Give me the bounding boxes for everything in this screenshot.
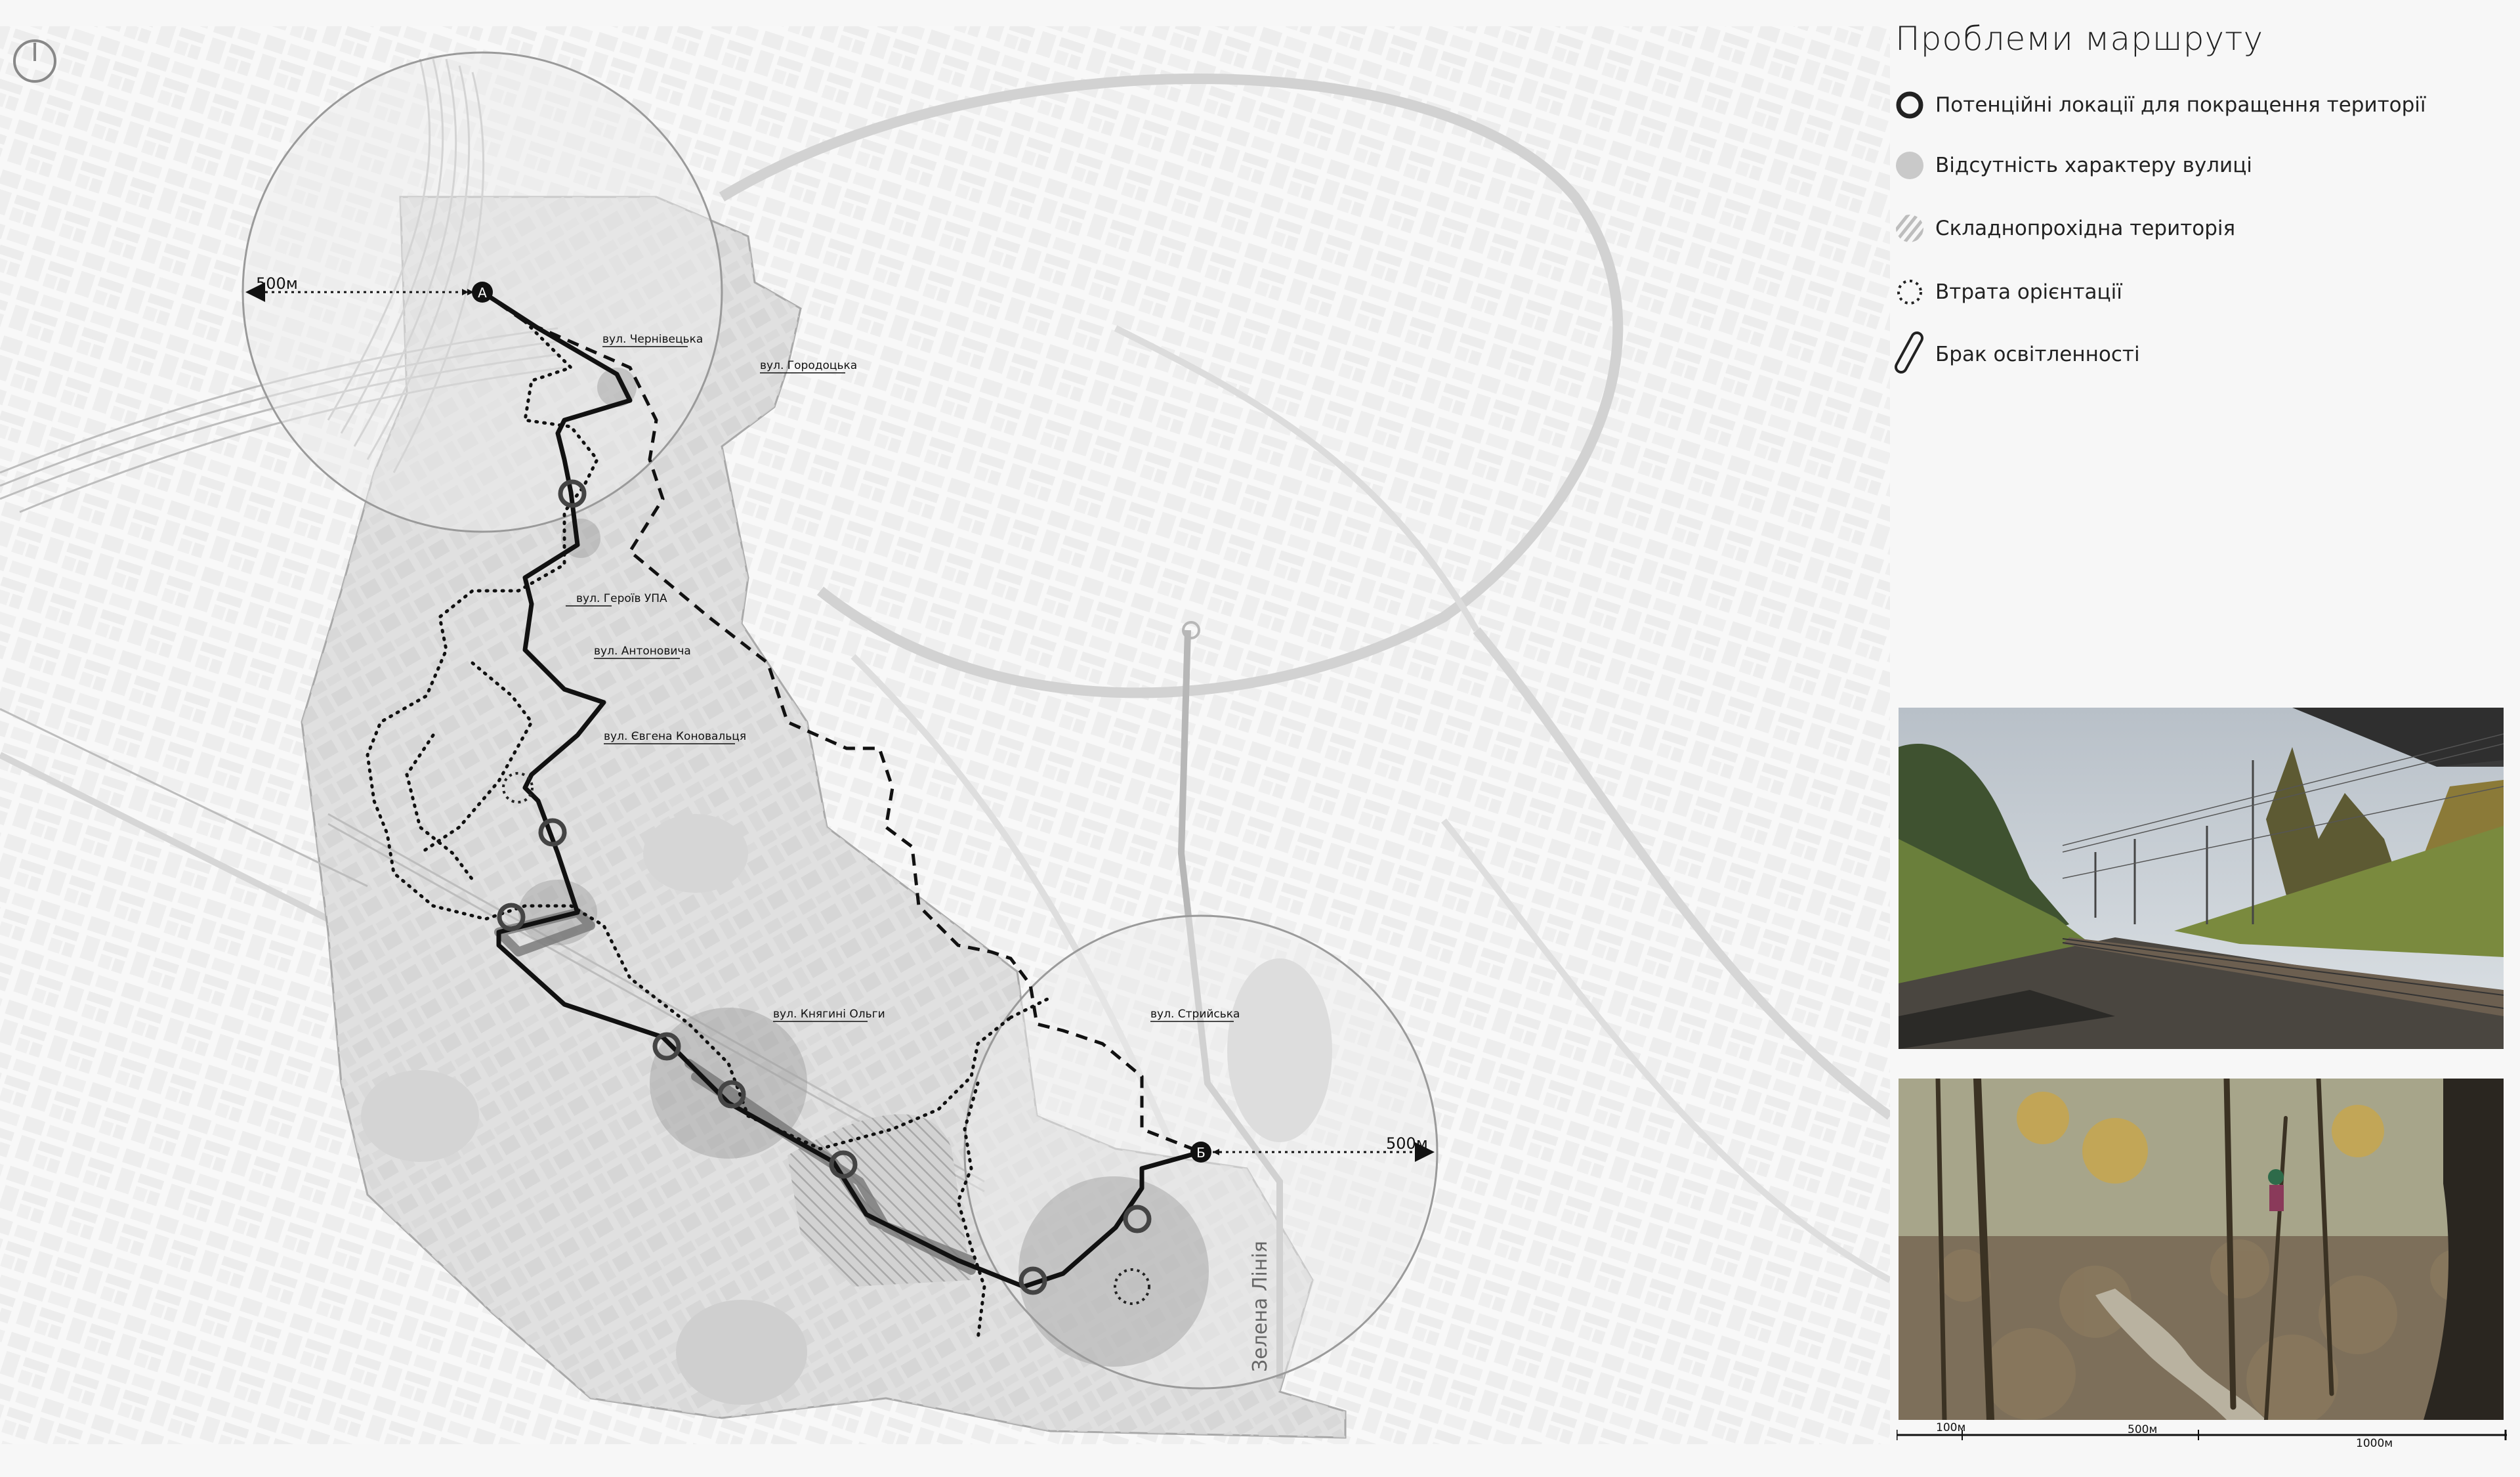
radius-label-start: 500м [256, 274, 298, 293]
legend-label-difficult: Складнопрохідна територія [1935, 217, 2236, 240]
street-label-2: вул. Героїв УПА [576, 592, 667, 605]
street-label-5: вул. Княгині Ольги [773, 1008, 885, 1021]
legend-item-difficult: Складнопрохідна територія [1893, 209, 2235, 248]
end-marker-label: Б [1196, 1145, 1206, 1161]
legend-item-potential: Потенційні локації для покращення терито… [1893, 85, 2426, 125]
radius-label-end: 500м [1386, 1134, 1428, 1153]
legend-item-street-character: Відсутність характеру вулиці [1893, 146, 2252, 185]
dotted-circle-icon [1893, 272, 1926, 312]
forest-stream-photo [1899, 1079, 2504, 1420]
pill-outline-icon [1893, 332, 1926, 374]
scale-label-500: 500м [2128, 1423, 2157, 1436]
legend-label-orientation: Втрата орієнтації [1935, 280, 2122, 304]
legend-item-lighting: Брак освітленності [1893, 332, 2140, 374]
street-label-3: вул. Антоновича [594, 645, 691, 658]
street-label-1: вул. Городоцька [760, 359, 857, 372]
railway-photo [1899, 708, 2504, 1049]
route-map: А Б 500м 500м вул. Чернівецька вул. Горо… [0, 0, 1890, 1477]
scale-label-100: 100м [1936, 1421, 1965, 1434]
legend-label-lighting: Брак освітленності [1935, 343, 2140, 366]
scale-bar: 100м 500м 1000м [1895, 1418, 2507, 1457]
legend-label-street-character: Відсутність характеру вулиці [1935, 154, 2252, 177]
ring-icon [1893, 85, 1926, 125]
street-label-0: вул. Чернівецька [602, 333, 703, 346]
scale-label-1000: 1000м [2356, 1437, 2393, 1450]
gray-dot-icon [1893, 146, 1926, 185]
street-label-6: вул. Стрийська [1150, 1008, 1240, 1021]
hatched-dot-icon [1893, 209, 1926, 248]
street-label-4: вул. Євгена Коновальця [604, 730, 746, 743]
legend-title: Проблеми маршруту [1895, 20, 2264, 58]
green-line-label: Зелена Лінія [1249, 1241, 1272, 1372]
legend-label-potential: Потенційні локації для покращення терито… [1935, 93, 2426, 117]
start-marker-label: А [478, 285, 487, 301]
legend-item-orientation: Втрата орієнтації [1893, 272, 2122, 312]
